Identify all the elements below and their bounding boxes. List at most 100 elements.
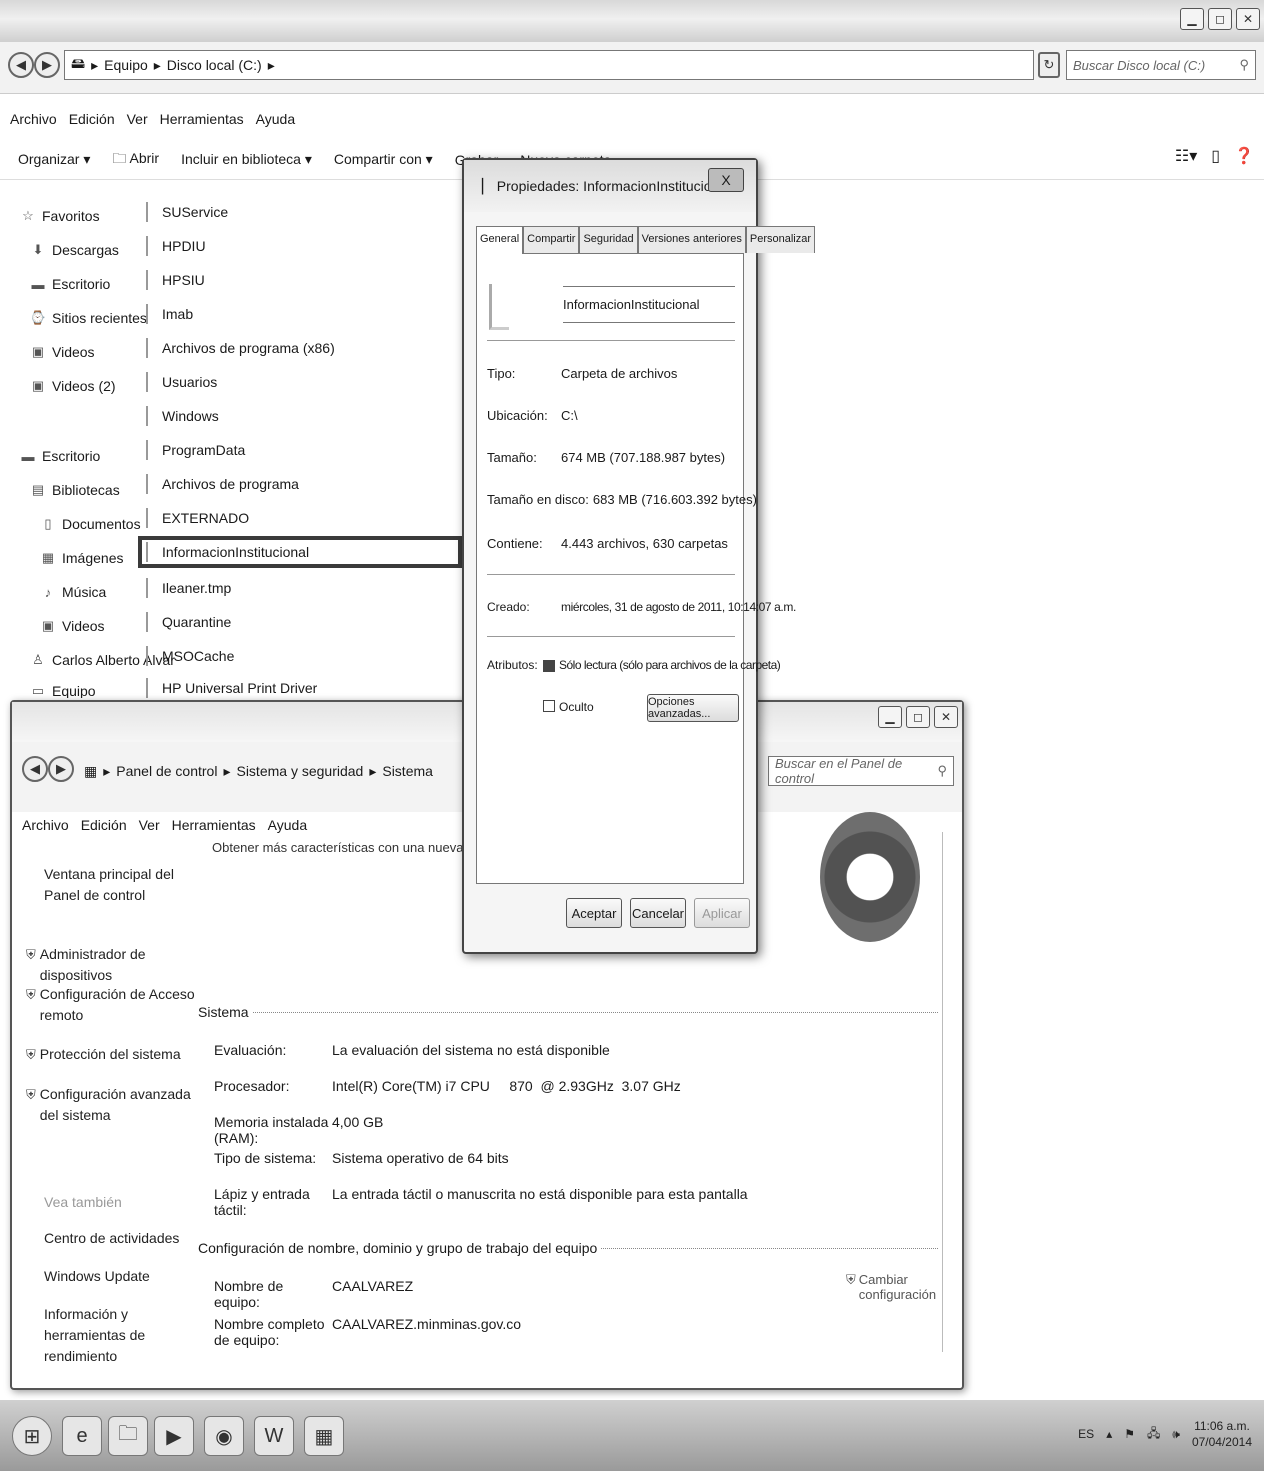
file-item[interactable]: Ileaner.tmp bbox=[146, 578, 231, 598]
maximize-button[interactable]: ◻ bbox=[906, 706, 930, 728]
menu-edicion[interactable]: Edición bbox=[81, 817, 127, 833]
file-item[interactable]: MSOCache bbox=[146, 646, 234, 666]
file-item[interactable]: SUService bbox=[146, 202, 228, 222]
refresh-button[interactable]: ↻ bbox=[1038, 52, 1060, 78]
folder-name-field[interactable]: InformacionInstitucional bbox=[563, 286, 735, 323]
tab-seguridad[interactable]: Seguridad bbox=[579, 226, 638, 253]
menu-archivo[interactable]: Archivo bbox=[22, 817, 69, 833]
menu-herramientas[interactable]: Herramientas bbox=[160, 111, 244, 127]
explorer-address-bar[interactable]: 🖴 ▸ Equipo ▸ Disco local (C:) ▸ bbox=[64, 50, 1034, 80]
file-explorer-icon[interactable]: 🗀 bbox=[108, 1416, 148, 1456]
help-icon[interactable]: ❓ bbox=[1234, 146, 1254, 166]
chrome-icon[interactable]: ◉ bbox=[204, 1416, 244, 1456]
nav-musica[interactable]: ♪ Música bbox=[40, 584, 107, 600]
media-player-icon[interactable]: ▶ bbox=[154, 1416, 194, 1456]
breadcrumb-sistema-seguridad[interactable]: Sistema y seguridad bbox=[236, 763, 363, 779]
file-item[interactable]: Quarantine bbox=[146, 612, 231, 632]
remote-access-link[interactable]: ⛨ Configuración de Acceso remoto bbox=[26, 984, 196, 1026]
nav-documentos[interactable]: ▯ Documentos bbox=[40, 516, 140, 532]
readonly-checkbox[interactable]: Sólo lectura (sólo para archivos de la c… bbox=[543, 658, 781, 672]
nav-descargas[interactable]: ⬇ Descargas bbox=[30, 242, 119, 258]
action-center-link[interactable]: Centro de actividades bbox=[44, 1228, 194, 1249]
file-item[interactable]: Windows bbox=[146, 406, 219, 426]
view-options-icon[interactable]: ☷▾ bbox=[1175, 146, 1197, 166]
minimize-button[interactable]: ▁ bbox=[1180, 8, 1204, 30]
menu-ayuda[interactable]: Ayuda bbox=[268, 817, 307, 833]
change-settings-link[interactable]: ⛨ Cambiar configuración bbox=[846, 1272, 936, 1302]
file-item[interactable]: Usuarios bbox=[146, 372, 217, 392]
cp-scrollbar[interactable] bbox=[942, 832, 954, 1352]
menu-edicion[interactable]: Edición bbox=[69, 111, 115, 127]
explorer-search-input[interactable]: Buscar Disco local (C:) ⚲ bbox=[1066, 50, 1256, 80]
back-button[interactable]: ◀ bbox=[22, 756, 48, 782]
nav-lib-videos[interactable]: ▣ Videos bbox=[40, 618, 105, 634]
file-item[interactable]: ProgramData bbox=[146, 440, 245, 460]
file-item[interactable]: HPSIU bbox=[146, 270, 205, 290]
tab-personalizar[interactable]: Personalizar bbox=[745, 226, 816, 253]
file-item[interactable]: EXTERNADO bbox=[146, 508, 249, 528]
control-panel-taskbar-icon[interactable]: ▦ bbox=[304, 1416, 344, 1456]
breadcrumb-sistema[interactable]: Sistema bbox=[382, 763, 433, 779]
close-button[interactable]: ✕ bbox=[934, 706, 958, 728]
language-indicator[interactable]: ES bbox=[1078, 1427, 1094, 1441]
tab-compartir[interactable]: Compartir bbox=[523, 226, 580, 253]
forward-button[interactable]: ▶ bbox=[34, 52, 60, 78]
apply-button[interactable]: Aplicar bbox=[694, 898, 750, 928]
word-icon[interactable]: W bbox=[254, 1416, 294, 1456]
hidden-checkbox[interactable]: Oculto bbox=[543, 700, 594, 714]
system-protection-link[interactable]: ⛨ Protección del sistema bbox=[26, 1044, 196, 1065]
volume-icon[interactable]: 🕪 bbox=[1172, 1427, 1180, 1442]
internet-explorer-icon[interactable]: e bbox=[62, 1416, 102, 1456]
share-button[interactable]: Compartir con ▾ bbox=[334, 151, 433, 168]
close-button[interactable]: X bbox=[708, 168, 744, 192]
advanced-settings-link[interactable]: ⛨ Configuración avanzada del sistema bbox=[26, 1084, 196, 1126]
breadcrumb-disco-local[interactable]: Disco local (C:) bbox=[167, 57, 262, 73]
open-button[interactable]: 🗀 Abrir bbox=[112, 148, 159, 172]
network-icon[interactable]: 🖧 bbox=[1147, 1424, 1160, 1445]
clock[interactable]: 11:06 a.m. 07/04/2014 bbox=[1192, 1418, 1252, 1450]
file-item[interactable]: HPDIU bbox=[146, 236, 206, 256]
file-item[interactable]: Imab bbox=[146, 304, 193, 324]
cp-home-link[interactable]: Ventana principal del Panel de control bbox=[44, 864, 194, 906]
tab-versiones[interactable]: Versiones anteriores bbox=[637, 226, 746, 253]
close-button[interactable]: ✕ bbox=[1236, 8, 1260, 30]
start-button[interactable]: ⊞ bbox=[12, 1416, 52, 1456]
file-item[interactable]: Archivos de programa (x86) bbox=[146, 338, 335, 358]
nav-sitios-recientes[interactable]: ⌚ Sitios recientes bbox=[30, 310, 147, 326]
menu-ver[interactable]: Ver bbox=[139, 817, 160, 833]
performance-link[interactable]: Información y herramientas de rendimient… bbox=[44, 1304, 194, 1367]
nav-imagenes[interactable]: ▦ Imágenes bbox=[40, 550, 124, 566]
device-manager-link[interactable]: ⛨ Administrador de dispositivos bbox=[26, 944, 196, 986]
action-center-flag-icon[interactable]: ⚑ bbox=[1124, 1427, 1135, 1441]
menu-archivo[interactable]: Archivo bbox=[10, 111, 57, 127]
nav-favorites[interactable]: ☆ Favoritos bbox=[20, 208, 99, 224]
nav-videos[interactable]: ▣ Videos bbox=[30, 344, 95, 360]
show-hidden-icons-icon[interactable]: ▴ bbox=[1106, 1427, 1112, 1441]
nav-escritorio[interactable]: ▬ Escritorio bbox=[30, 276, 111, 292]
cp-search-input[interactable]: Buscar en el Panel de control ⚲ bbox=[768, 756, 954, 786]
file-item[interactable]: HP Universal Print Driver bbox=[146, 678, 317, 698]
nav-equipo[interactable]: ▭ Equipo bbox=[30, 684, 96, 698]
cp-address-bar[interactable]: ▦ ▸ Panel de control ▸ Sistema y segurid… bbox=[78, 756, 478, 786]
back-button[interactable]: ◀ bbox=[8, 52, 34, 78]
forward-button[interactable]: ▶ bbox=[48, 756, 74, 782]
minimize-button[interactable]: ▁ bbox=[878, 706, 902, 728]
file-item-selected[interactable]: InformacionInstitucional bbox=[138, 536, 462, 568]
menu-herramientas[interactable]: Herramientas bbox=[172, 817, 256, 833]
cancel-button[interactable]: Cancelar bbox=[630, 898, 686, 928]
include-library-button[interactable]: Incluir en biblioteca ▾ bbox=[181, 151, 312, 168]
file-item[interactable]: Archivos de programa bbox=[146, 474, 299, 494]
preview-pane-icon[interactable]: ▯ bbox=[1211, 146, 1220, 166]
nav-desktop[interactable]: ▬ Escritorio bbox=[20, 448, 101, 464]
tab-general[interactable]: General bbox=[476, 226, 524, 256]
menu-ver[interactable]: Ver bbox=[127, 111, 148, 127]
advanced-options-button[interactable]: Opciones avanzadas... bbox=[647, 694, 739, 722]
windows-update-link[interactable]: Windows Update bbox=[44, 1266, 194, 1287]
ok-button[interactable]: Aceptar bbox=[566, 898, 622, 928]
maximize-button[interactable]: ◻ bbox=[1208, 8, 1232, 30]
nav-bibliotecas[interactable]: ▤ Bibliotecas bbox=[30, 482, 120, 498]
breadcrumb-panel-de-control[interactable]: Panel de control bbox=[116, 763, 217, 779]
organize-button[interactable]: Organizar ▾ bbox=[18, 151, 90, 168]
menu-ayuda[interactable]: Ayuda bbox=[256, 111, 295, 127]
nav-videos-2[interactable]: ▣ Videos (2) bbox=[30, 378, 116, 394]
